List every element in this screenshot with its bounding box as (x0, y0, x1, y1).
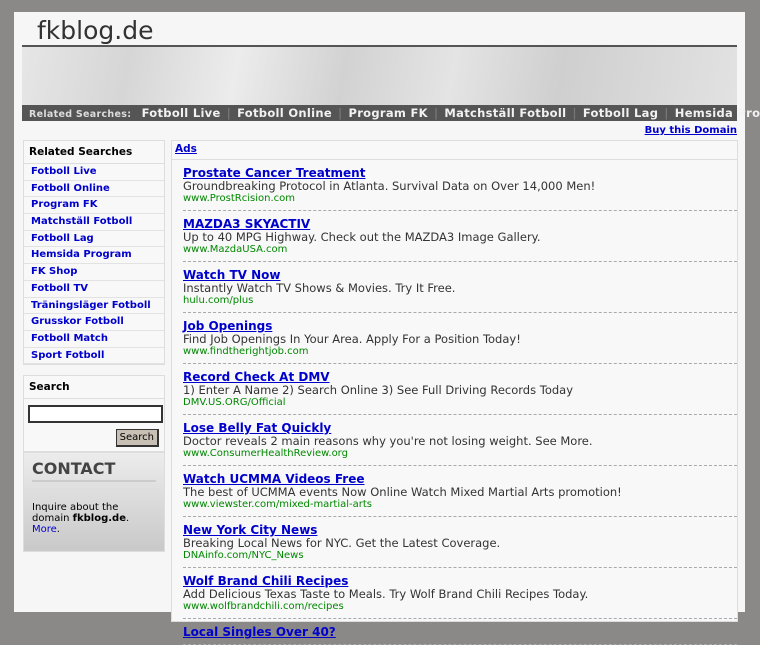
related-search-link[interactable]: Fotboll Match (24, 331, 164, 348)
nav-separator: | (433, 106, 439, 120)
ad-description: Instantly Watch TV Shows & Movies. Try I… (183, 281, 456, 295)
nav-link[interactable]: Fotboll Online (237, 106, 332, 120)
ad-description: Up to 40 MPG Highway. Check out the MAZD… (183, 230, 541, 244)
ad-item: Lose Belly Fat Quickly Doctor reveals 2 m… (183, 415, 737, 466)
contact-more-link[interactable]: More (32, 524, 57, 535)
related-searches-title: Related Searches (24, 141, 164, 164)
nav-link[interactable]: Fotboll Live (142, 106, 221, 120)
ad-item: MAZDA3 SKYACTIV Up to 40 MPG Highway. Che… (183, 211, 737, 262)
related-search-link[interactable]: Sport Fotboll (24, 348, 164, 365)
related-search-link[interactable]: Matchställ Fotboll (24, 214, 164, 231)
ad-url[interactable]: hulu.com/plus (183, 295, 737, 307)
ad-description: Doctor reveals 2 main reasons why you're… (183, 434, 593, 448)
contact-domain: fkblog.de (72, 513, 126, 524)
ad-description: 1) Enter A Name 2) Search Online 3) See … (183, 383, 574, 397)
ad-url[interactable]: DMV.US.ORG/Official (183, 397, 737, 409)
header-banner (22, 47, 737, 105)
nav-label: Related Searches: (29, 109, 132, 120)
nav-separator: | (572, 106, 577, 120)
ads-panel: Ads Prostate Cancer Treatment Groundbreak… (171, 140, 738, 645)
site-title: fkblog.de (37, 16, 154, 45)
ad-description: Find Job Openings In Your Area. Apply Fo… (183, 332, 521, 346)
ad-item: Job Openings Find Job Openings In Your Ar… (183, 313, 737, 364)
search-button[interactable]: Search (115, 429, 159, 447)
ad-url[interactable]: www.viewster.com/mixed-martial-arts (183, 499, 737, 511)
ad-description: Breaking Local News for NYC. Get the Lat… (183, 536, 501, 550)
ad-description: The best of UCMMA events Now Online Watc… (183, 485, 622, 499)
contact-box: CONTACT Inquire about the domain fkblog.… (23, 452, 165, 552)
ad-description: Add Delicious Texas Taste to Meals. Try … (183, 587, 589, 601)
ad-item: Watch UCMMA Videos Free The best of UCMMA… (183, 466, 737, 517)
ad-item: Record Check At DMV 1) Enter A Name 2) Se… (183, 364, 737, 415)
nav-separator: | (337, 106, 343, 120)
related-searches-box: Related Searches Fotboll Live Fotboll Onl… (23, 140, 165, 366)
ads-title[interactable]: Ads (172, 141, 737, 160)
ad-url[interactable]: www.ConsumerHealthReview.org (183, 448, 737, 460)
ad-item: Wolf Brand Chili Recipes Add Delicious Te… (183, 568, 737, 619)
related-search-link[interactable]: Fotboll Lag (24, 231, 164, 248)
contact-title: CONTACT (32, 459, 156, 482)
search-input[interactable] (28, 405, 163, 423)
ad-item: Local Singles Over 40? (183, 619, 737, 645)
contact-text: Inquire about the domain fkblog.de. More. (32, 502, 130, 535)
nav-link[interactable]: Hemsida Program (675, 106, 760, 120)
related-search-link[interactable]: Fotboll Online (24, 181, 164, 198)
related-search-link[interactable]: Fotboll TV (24, 281, 164, 298)
ad-url[interactable]: www.MazdaUSA.com (183, 244, 737, 256)
page: fkblog.de Related Searches: Fotboll Live… (14, 12, 760, 645)
ad-item: Watch TV Now Instantly Watch TV Shows & M… (183, 262, 737, 313)
search-box: Search Search (23, 375, 165, 452)
related-search-link[interactable]: Hemsida Program (24, 247, 164, 265)
related-search-link[interactable]: Fotboll Live (24, 164, 164, 181)
related-search-link[interactable]: Träningsläger Fotboll (24, 298, 164, 315)
nav-link[interactable]: Matchställ Fotboll (444, 106, 566, 120)
buy-domain-link[interactable]: Buy this Domain (645, 125, 737, 136)
nav-separator: | (226, 106, 232, 120)
search-title: Search (24, 376, 164, 399)
ad-title-link[interactable]: Local Singles Over 40? (183, 626, 737, 639)
ad-item: New York City News Breaking Local News fo… (183, 517, 737, 568)
related-searches-nav: Related Searches: Fotboll Live | Fotboll O… (22, 105, 760, 121)
related-search-link[interactable]: Program FK (24, 197, 164, 215)
ad-url[interactable]: DNAinfo.com/NYC_News (183, 550, 737, 562)
related-search-link[interactable]: FK Shop (24, 264, 164, 281)
ad-description: Groundbreaking Protocol in Atlanta. Surv… (183, 179, 596, 193)
ad-item: Prostate Cancer Treatment Groundbreaking … (183, 160, 737, 211)
nav-separator: | (664, 106, 669, 120)
ad-url[interactable]: www.ProstRcision.com (183, 193, 737, 205)
ad-url[interactable]: www.wolfbrandchili.com/recipes (183, 601, 737, 613)
nav-link[interactable]: Fotboll Lag (583, 106, 658, 120)
related-search-link[interactable]: Grusskor Fotboll (24, 314, 164, 331)
nav-link[interactable]: Program FK (348, 106, 427, 120)
ad-url[interactable]: www.findtherightjob.com (183, 346, 737, 358)
